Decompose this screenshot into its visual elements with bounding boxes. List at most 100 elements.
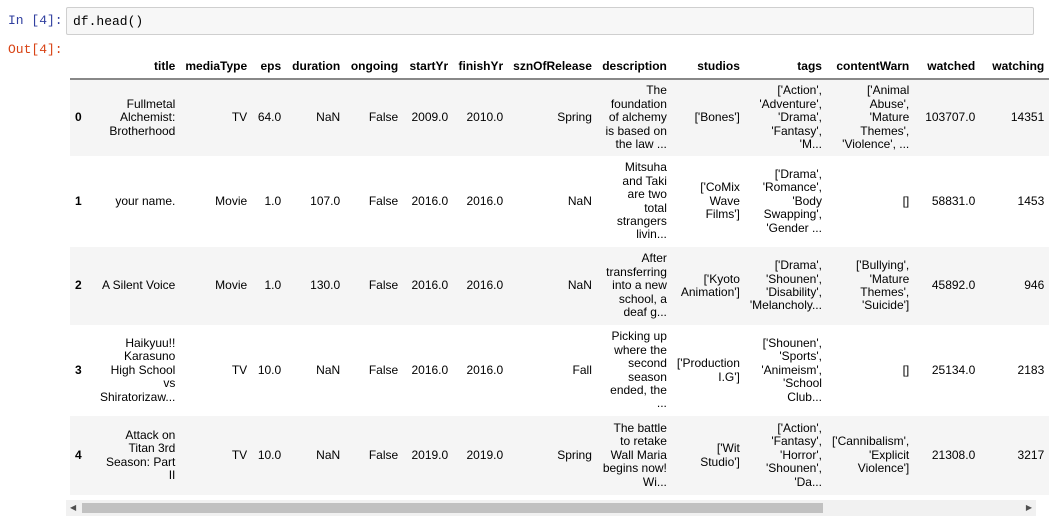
column-header-duration: duration <box>286 55 346 80</box>
cell-watched: 45892.0 <box>931 278 976 293</box>
cell-eps: 10.0 <box>257 447 282 462</box>
cell-sznOfRelease: Spring <box>557 110 592 125</box>
cell-sznOfRelease: Fall <box>572 362 592 377</box>
table-row: 3 Haikyuu!! Karasuno High School vs Shira… <box>70 325 1049 416</box>
cell-title: Attack on Titan 3rd Season: Part II <box>105 427 176 482</box>
horizontal-scrollbar[interactable]: ◀ ▶ <box>66 500 1036 516</box>
cell-duration: NaN <box>316 110 341 125</box>
table-row: 4 Attack on Titan 3rd Season: Part II TV 10… <box>70 416 1050 495</box>
cell-contentWarn: [] <box>902 193 910 208</box>
cell-watching: 3217 <box>1017 447 1045 462</box>
cell-studios: ['Production I.G'] <box>676 356 740 384</box>
cell-duration: NaN <box>316 447 341 462</box>
cell-watching: 1453 <box>1017 193 1045 208</box>
column-header-tags: tags <box>744 55 827 80</box>
cell-description: Picking up where the second season ended… <box>610 329 667 411</box>
cell-finishYr: 2016.0 <box>466 362 504 377</box>
scroll-right-arrow-icon[interactable]: ▶ <box>1026 503 1032 512</box>
cell-watched: 103707.0 <box>925 110 976 125</box>
cell-startYr: 2019.0 <box>411 447 449 462</box>
row-index: 1 <box>75 193 82 208</box>
cell-watching: 946 <box>1024 278 1045 293</box>
cell-studios: ['Bones'] <box>694 110 740 125</box>
cell-contentWarn: ['Cannibalism', 'Explicit Violence'] <box>831 434 910 476</box>
column-header-description: description <box>596 55 672 80</box>
cell-title: Fullmetal Alchemist: Brotherhood <box>109 96 176 138</box>
cell-watching: 2183 <box>1017 362 1045 377</box>
cell-ongoing: False <box>368 278 399 293</box>
cell-tags: ['Shounen', 'Sports', 'Animeism', 'Schoo… <box>761 335 822 404</box>
cell-eps: 64.0 <box>257 110 282 125</box>
table-row: 0 Fullmetal Alchemist: Brotherhood TV 64.0 N… <box>70 79 1050 156</box>
scrollbar-thumb[interactable] <box>82 503 824 513</box>
cell-duration: 107.0 <box>310 193 341 208</box>
cell-startYr: 2016.0 <box>411 362 449 377</box>
cell-mediaType: Movie <box>215 278 248 293</box>
cell-duration: NaN <box>316 362 341 377</box>
cell-eps: 1.0 <box>264 193 282 208</box>
cell-studios: ['CoMix Wave Films'] <box>700 180 740 222</box>
cell-mediaType: TV <box>231 447 248 462</box>
cell-sznOfRelease: NaN <box>567 193 592 208</box>
cell-mediaType: TV <box>231 362 248 377</box>
cell-watching: 14351 <box>1010 110 1045 125</box>
cell-finishYr: 2016.0 <box>466 193 504 208</box>
cell-eps: 10.0 <box>257 362 282 377</box>
cell-watched: 25134.0 <box>931 362 976 377</box>
cell-tags: ['Action', 'Adventure', 'Drama', 'Fantas… <box>759 83 822 152</box>
cell-description: Mitsuha and Taki are two total strangers… <box>616 160 667 242</box>
cell-contentWarn: ['Animal Abuse', 'Mature Themes', 'Viole… <box>842 83 910 152</box>
column-header-contentWarn: contentWarn <box>826 55 915 80</box>
cell-contentWarn: ['Bullying', 'Mature Themes', 'Suicide'] <box>855 258 910 313</box>
cell-duration: 130.0 <box>310 278 341 293</box>
cell-ongoing: False <box>368 447 399 462</box>
column-header-title: title <box>95 55 181 80</box>
column-header-studios: studios <box>671 55 745 80</box>
cell-sznOfRelease: NaN <box>567 278 592 293</box>
input-prompt: In [4]: <box>8 13 63 28</box>
column-header-startYr: startYr <box>403 55 454 80</box>
column-header-index <box>70 55 95 80</box>
column-header-watched: watched <box>914 55 981 80</box>
column-header-mediaType: mediaType <box>180 55 253 80</box>
row-index: 0 <box>75 110 82 125</box>
cell-startYr: 2016.0 <box>411 193 449 208</box>
cell-tags: ['Action', 'Fantasy', 'Horror', 'Shounen… <box>766 420 822 489</box>
cell-watched: 58831.0 <box>931 193 976 208</box>
cell-startYr: 2016.0 <box>411 278 449 293</box>
scroll-left-arrow-icon[interactable]: ◀ <box>70 503 76 512</box>
table-row: 1 your name. Movie 1.0 107.0 False 2016.0 2016.… <box>70 156 1049 247</box>
cell-ongoing: False <box>368 110 399 125</box>
cell-ongoing: False <box>368 193 399 208</box>
cell-finishYr: 2010.0 <box>466 110 504 125</box>
cell-finishYr: 2019.0 <box>466 447 504 462</box>
cell-studios: ['Kyoto Animation'] <box>680 271 740 299</box>
table-row: 2 A Silent Voice Movie 1.0 130.0 False 2016.0 2… <box>70 247 1050 325</box>
row-index: 2 <box>75 278 82 293</box>
cell-sznOfRelease: Spring <box>557 447 592 462</box>
cell-title: Haikyuu!! Karasuno High School vs Shirat… <box>100 335 176 404</box>
cell-contentWarn: [] <box>902 362 910 377</box>
cell-tags: ['Drama', 'Romance', 'Body Swapping', 'G… <box>762 166 822 235</box>
column-header-watching: watching <box>980 55 1050 80</box>
column-header-sznOfRelease: sznOfRelease <box>508 55 597 80</box>
code-cell-input[interactable]: df.head() <box>66 7 1034 35</box>
column-header-eps: eps <box>252 55 287 80</box>
dataframe-table: title mediaType eps duration ongoing startYr f… <box>70 55 1050 495</box>
column-header-finishYr: finishYr <box>453 55 509 80</box>
cell-mediaType: TV <box>231 110 248 125</box>
output-prompt: Out[4]: <box>8 42 63 57</box>
row-index: 3 <box>75 362 82 377</box>
cell-studios: ['Wit Studio'] <box>700 441 740 469</box>
row-index: 4 <box>75 447 82 462</box>
table-header-row: title mediaType eps duration ongoing startYr f… <box>70 55 1050 80</box>
cell-title: your name. <box>115 193 176 208</box>
cell-startYr: 2009.0 <box>411 110 449 125</box>
cell-description: The foundation of alchemy is based on th… <box>605 83 667 152</box>
cell-tags: ['Drama', 'Shounen', 'Disability', 'Mela… <box>749 258 822 313</box>
cell-mediaType: Movie <box>215 193 248 208</box>
column-header-ongoing: ongoing <box>345 55 404 80</box>
cell-watched: 21308.0 <box>931 447 976 462</box>
cell-description: After transferring into a new school, a … <box>606 251 667 320</box>
cell-title: A Silent Voice <box>101 278 176 293</box>
